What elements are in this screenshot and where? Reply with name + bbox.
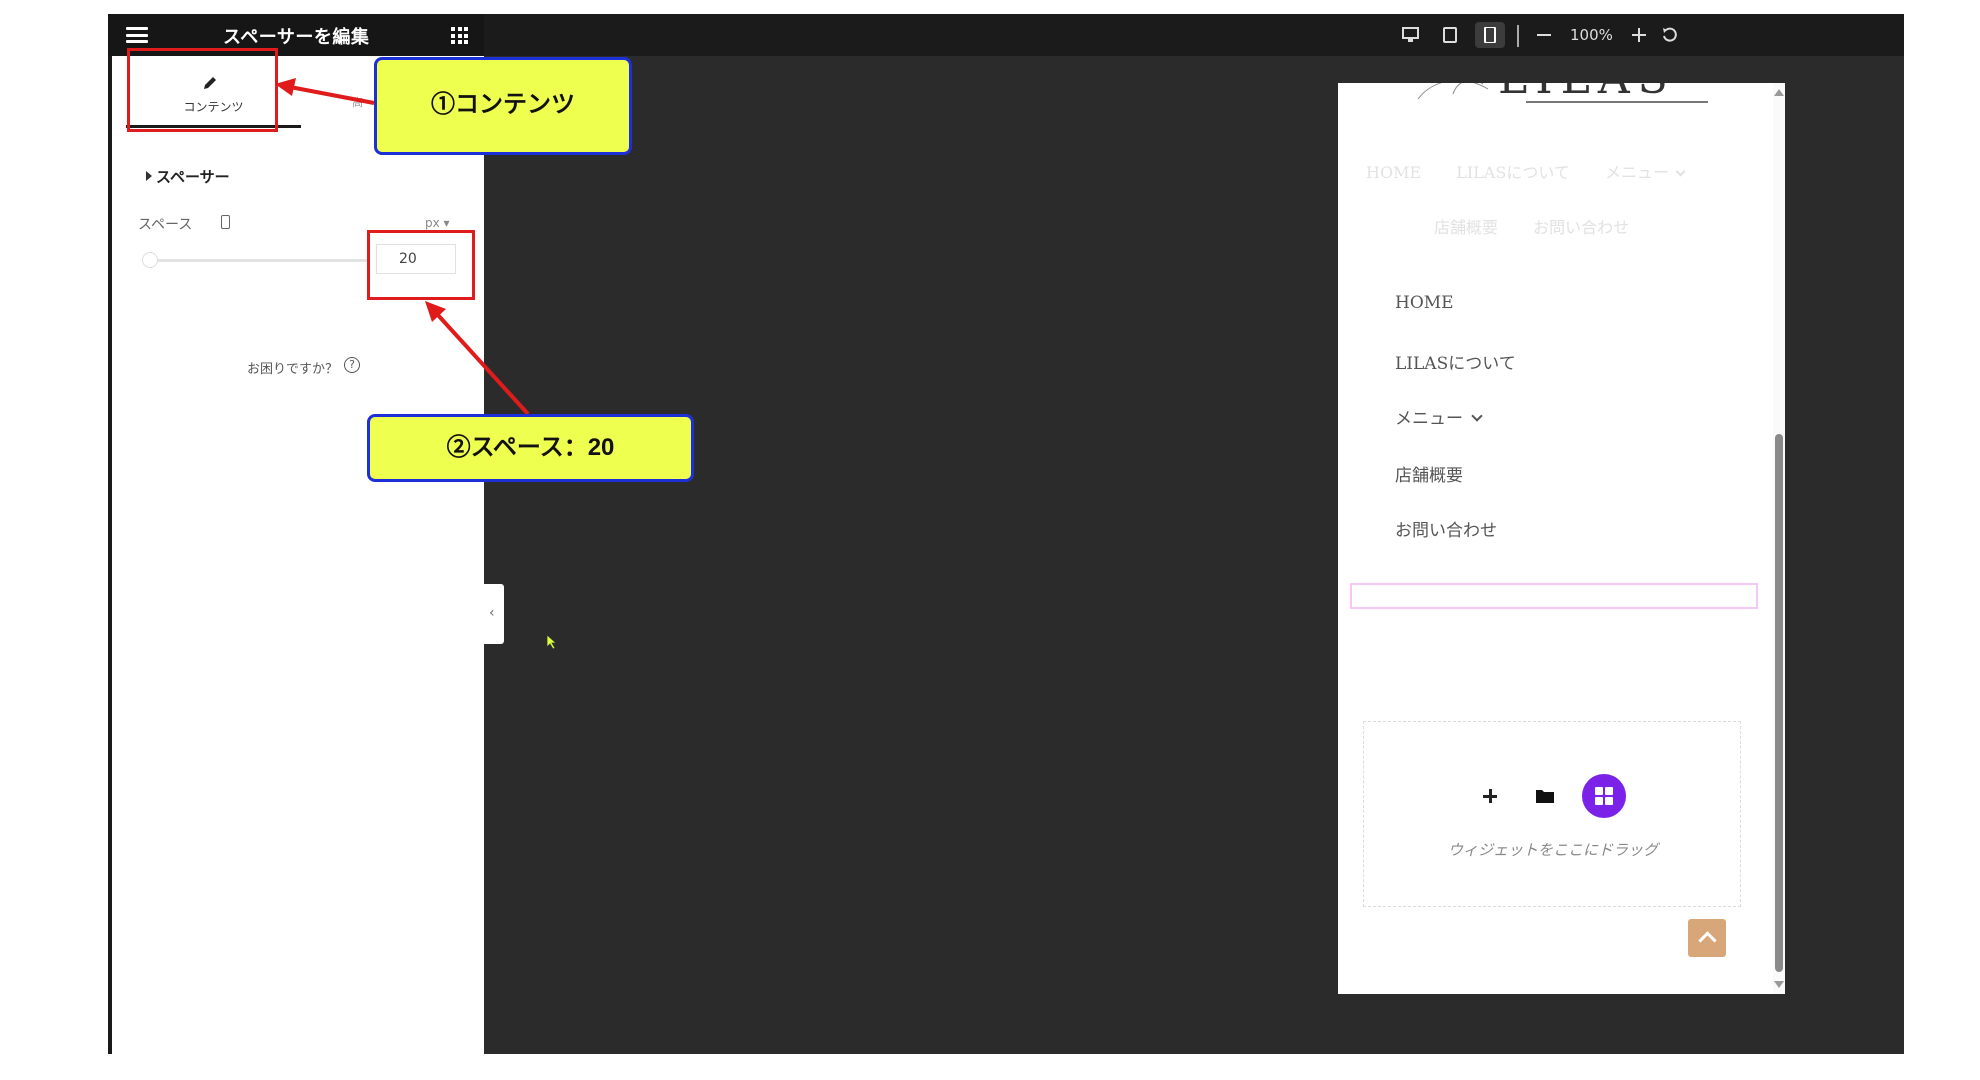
callout-content: ①コンテンツ xyxy=(374,57,632,155)
callout-space: ②スペース：20 xyxy=(367,414,694,482)
arrow-head-1 xyxy=(275,78,296,96)
annotation-arrows xyxy=(275,78,530,416)
